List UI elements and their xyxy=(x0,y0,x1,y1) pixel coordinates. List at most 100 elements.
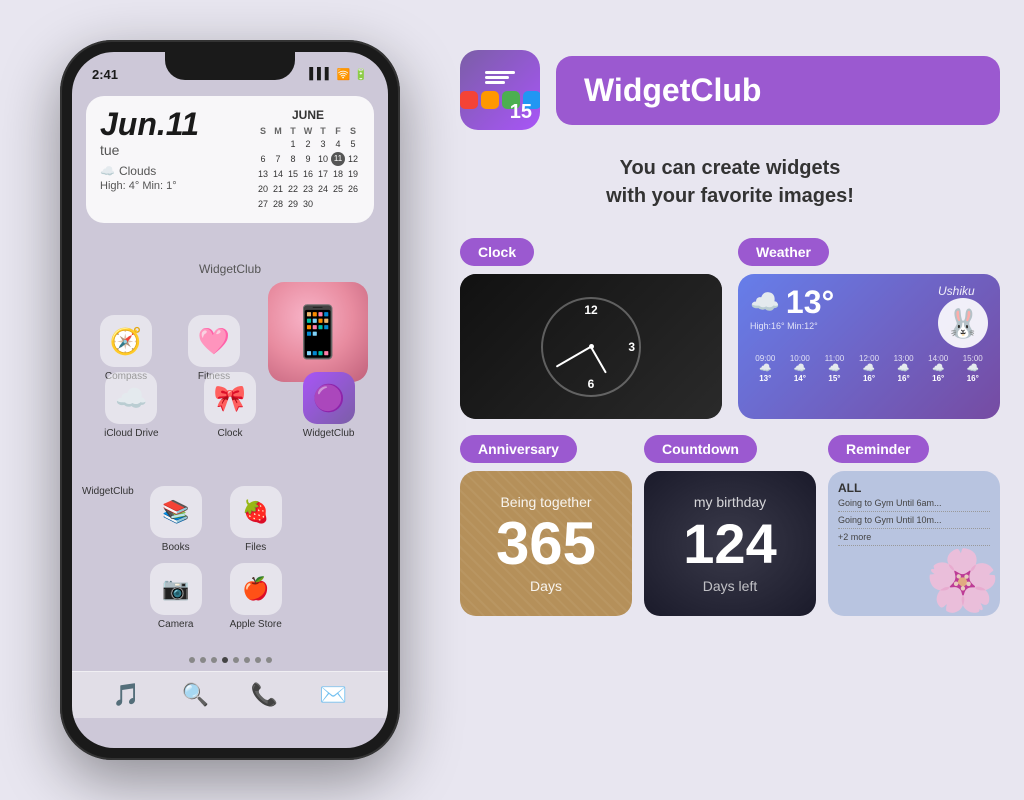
cloud-icon: ☁️ xyxy=(100,164,115,178)
dot-2 xyxy=(211,657,217,663)
row3-with-fav: ✦✦✦ MYFAVORITE WidgetClub 📚 Books 🍓 File… xyxy=(82,482,378,630)
row3-icons: 📚 Books 🍓 Files 📷 Camera xyxy=(142,486,290,630)
wc-lines xyxy=(485,71,515,84)
app-apple-store[interactable]: 🍎 Apple Store xyxy=(222,563,290,630)
clock-category: Clock 12 3 6 xyxy=(460,238,722,419)
countdown-label: my birthday xyxy=(694,494,766,510)
phone-widgetclub-label: WidgetClub xyxy=(72,262,388,276)
widget-left: Jun.11 tue ☁️ Clouds High: 4° Min: 1° xyxy=(100,108,246,211)
phone-section: 2:41 ▌▌▌ 🛜 🔋 Jun.11 tue ☁️ Clouds xyxy=(30,40,450,760)
anniversary-unit: Days xyxy=(530,578,562,594)
countdown-number: 124 xyxy=(683,516,776,572)
compass-icon: 🧭 xyxy=(100,315,152,367)
dot-0 xyxy=(189,657,195,663)
health-icon: 🎀 xyxy=(204,372,256,424)
signal-icon: ▌▌▌ xyxy=(309,68,332,80)
anniversary-number: 365 xyxy=(496,514,596,574)
weather-top: ☁️ 13° High:16° Min:12° Ushiku 🐰 xyxy=(750,284,988,348)
anniversary-preview: Being together 365 Days xyxy=(460,471,632,616)
weather-temp-row: ☁️ 13° xyxy=(750,284,834,321)
weather-time-3: 12:00☁️16° xyxy=(854,354,885,383)
phone-icon: 📞 xyxy=(251,682,278,708)
wc-number: 15 xyxy=(510,101,532,124)
status-bar: 2:41 ▌▌▌ 🛜 🔋 xyxy=(72,52,388,88)
wc-line-3 xyxy=(485,81,505,84)
widget-date: Jun.11 xyxy=(100,108,246,140)
countdown-preview: my birthday 124 Days left xyxy=(644,471,816,616)
widget-day: tue xyxy=(100,142,246,158)
app-icloud[interactable]: ☁️ iCloud Drive xyxy=(97,372,165,439)
app-books[interactable]: 📚 Books xyxy=(142,486,210,553)
weather-time-0: 09:00☁️13° xyxy=(750,354,781,383)
weather-timeline: 09:00☁️13° 10:00☁️14° 11:00☁️15° 12:00☁️… xyxy=(750,354,988,383)
weather-temp: 13° xyxy=(786,284,834,321)
tagline-line2: with your favorite images! xyxy=(460,182,1000,210)
weather-rabbit: 🐰 xyxy=(938,298,988,348)
wc-title-bg: WidgetClub xyxy=(556,56,1000,125)
icloud-icon: ☁️ xyxy=(105,372,157,424)
dot-6 xyxy=(255,657,261,663)
page-dots xyxy=(72,657,388,663)
weather-right: Ushiku 🐰 xyxy=(938,284,988,348)
dot-5 xyxy=(244,657,250,663)
reminder-item-2: +2 more xyxy=(838,529,990,546)
weather-time-1: 10:00☁️14° xyxy=(785,354,816,383)
weather-badge: Weather xyxy=(738,238,829,266)
app-icons-row-2: ☁️ iCloud Drive 🎀 Clock 🟣 WidgetClub xyxy=(82,372,378,439)
tagline: You can create widgets with your favorit… xyxy=(460,154,1000,210)
weather-info: ☁️ 13° High:16° Min:12° xyxy=(750,284,834,331)
app-widgetclub[interactable]: 🟣 WidgetClub xyxy=(295,372,363,439)
widgetclub-icon: 🟣 xyxy=(303,372,355,424)
app-header: 15 WidgetClub xyxy=(460,50,1000,130)
favorite-label: WidgetClub xyxy=(82,486,134,497)
status-time: 2:41 xyxy=(92,67,118,82)
mail-icon: ✉️ xyxy=(320,682,347,708)
music-icon: 🎵 xyxy=(113,682,140,708)
weather-time-2: 11:00☁️15° xyxy=(819,354,850,383)
search-icon: 🔍 xyxy=(182,682,209,708)
widget-month: JUNE xyxy=(256,108,360,122)
battery-icon: 🔋 xyxy=(354,68,368,81)
app-camera[interactable]: 📷 Camera xyxy=(142,563,210,630)
reminder-item-1: Going to Gym Until 10m... xyxy=(838,512,990,529)
app-icons-row-1: 🧭 Compass 🩷 Fitness 📱 xyxy=(82,282,378,382)
tagline-line1: You can create widgets xyxy=(460,154,1000,182)
bottom-widgets-row: Anniversary Being together 365 Days Coun… xyxy=(460,435,1000,616)
phone-art-icon: 📱 xyxy=(268,282,368,382)
dot-3-active xyxy=(222,657,228,663)
clock-preview: 12 3 6 xyxy=(460,274,722,419)
row3-top: 📚 Books 🍓 Files xyxy=(142,486,290,553)
weather-detail: High:16° Min:12° xyxy=(750,321,834,331)
weather-category: Weather ☁️ 13° High:16° Min:12° Ushiku 🐰 xyxy=(738,238,1000,419)
wifi-icon: 🛜 xyxy=(337,68,351,81)
clock-num-12: 12 xyxy=(584,303,597,317)
wc-title: WidgetClub xyxy=(584,72,761,108)
widget-temp: High: 4° Min: 1° xyxy=(100,180,246,192)
phone-frame: 2:41 ▌▌▌ 🛜 🔋 Jun.11 tue ☁️ Clouds xyxy=(60,40,400,760)
weather-city: Ushiku xyxy=(938,284,988,298)
weather-time-6: 15:00☁️16° xyxy=(957,354,988,383)
dot-1 xyxy=(200,657,206,663)
widget-weather: ☁️ Clouds xyxy=(100,164,246,178)
wc-dot-orange xyxy=(481,91,499,109)
apple-store-icon: 🍎 xyxy=(230,563,282,615)
phone-calendar-widget: Jun.11 tue ☁️ Clouds High: 4° Min: 1° JU… xyxy=(86,96,374,223)
clock-badge: Clock xyxy=(460,238,534,266)
countdown-unit: Days left xyxy=(703,578,757,594)
app-health[interactable]: 🎀 Clock xyxy=(196,372,264,439)
reminder-all-label: ALL xyxy=(838,481,990,495)
status-icons: ▌▌▌ 🛜 🔋 xyxy=(309,68,368,81)
wc-line-2 xyxy=(485,76,509,79)
weather-time-5: 14:00☁️16° xyxy=(923,354,954,383)
anniversary-badge: Anniversary xyxy=(460,435,577,463)
app-files[interactable]: 🍓 Files xyxy=(222,486,290,553)
row3-bottom: 📷 Camera 🍎 Apple Store xyxy=(142,563,290,630)
wc-line-1 xyxy=(485,71,515,74)
app-phone-image: 📱 xyxy=(268,282,368,382)
widget-right: JUNE S M T W T F S 1 2 3 xyxy=(256,108,360,211)
dot-4 xyxy=(233,657,239,663)
favorite-group[interactable]: ✦✦✦ MYFAVORITE WidgetClub xyxy=(82,482,134,497)
anniversary-category: Anniversary Being together 365 Days xyxy=(460,435,632,616)
fitness-icon: 🩷 xyxy=(188,315,240,367)
top-widgets-row: Clock 12 3 6 Weather xyxy=(460,238,1000,419)
